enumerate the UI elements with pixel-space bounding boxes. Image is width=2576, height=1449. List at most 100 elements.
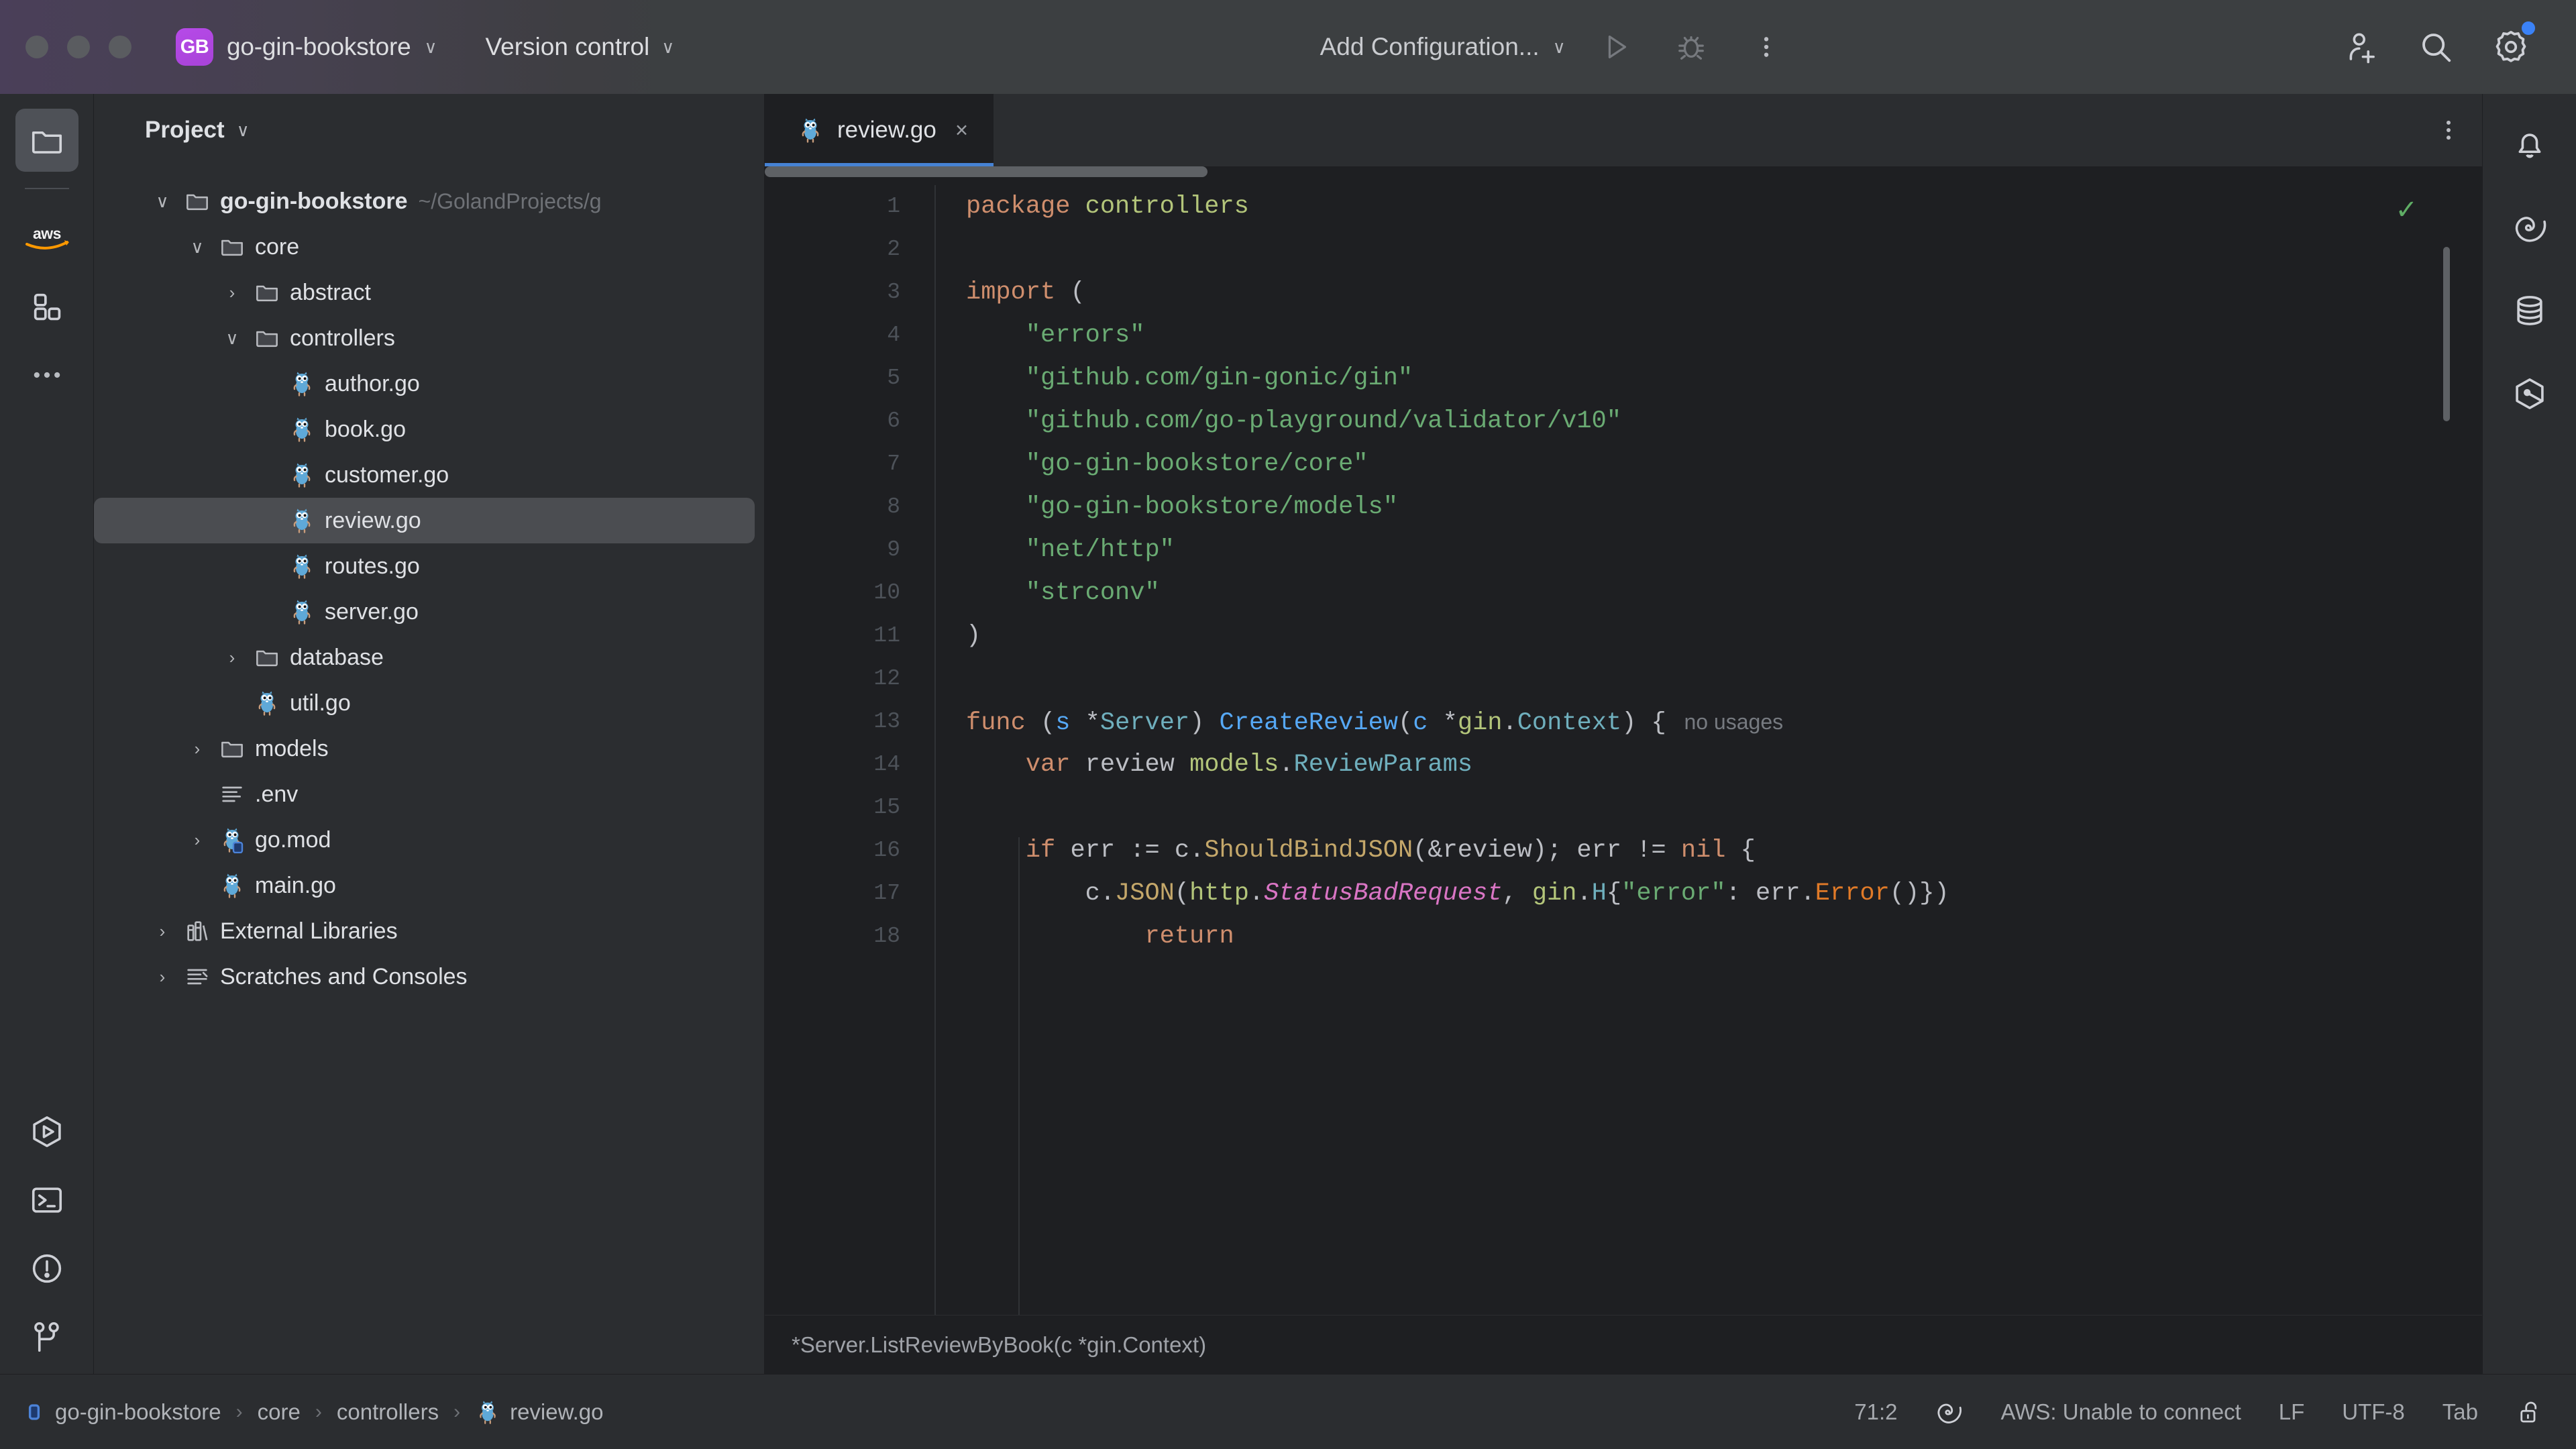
sidebar-item-structure[interactable] — [15, 275, 78, 338]
code-token: "errors" — [966, 321, 1144, 350]
debug-icon — [1676, 32, 1707, 62]
code-line — [966, 786, 2482, 829]
more-actions-button[interactable] — [1741, 22, 1791, 72]
sidebar-item-ai-assistant[interactable] — [2498, 196, 2561, 259]
maximize-window-button[interactable] — [109, 36, 131, 58]
tree-node-controllers[interactable]: ∨controllers — [94, 315, 755, 361]
sidebar-item-aws[interactable]: aws — [15, 207, 78, 270]
chevron-down-icon[interactable]: ∨ — [215, 328, 250, 349]
breadcrumb-item[interactable]: review.go — [475, 1399, 603, 1425]
go-file-icon — [254, 690, 280, 716]
close-icon[interactable]: × — [950, 117, 968, 143]
tree-node-icon — [180, 188, 215, 215]
code-token: , — [1502, 879, 1532, 908]
tree-node-customer-go[interactable]: ›customer.go — [94, 452, 755, 498]
sidebar-item-project[interactable] — [15, 109, 78, 172]
tree-node-routes-go[interactable]: ›routes.go — [94, 543, 755, 589]
sidebar-item-terminal[interactable] — [15, 1169, 78, 1232]
spiral-icon — [1935, 1398, 1963, 1426]
tree-node-go-mod[interactable]: ›go.mod — [94, 817, 755, 863]
tree-node-database[interactable]: ›database — [94, 635, 755, 680]
readonly-toggle-button[interactable] — [2516, 1398, 2544, 1426]
tree-node--env[interactable]: ›.env — [94, 771, 755, 817]
minimize-window-button[interactable] — [67, 36, 90, 58]
chevron-right-icon[interactable]: › — [145, 967, 180, 987]
tab-review-go[interactable]: review.go × — [765, 94, 994, 166]
tree-node-abstract[interactable]: ›abstract — [94, 270, 755, 315]
chevron-right-icon[interactable]: › — [180, 739, 215, 759]
breadcrumb-item[interactable]: core — [258, 1399, 301, 1425]
signature-hint-text: *Server.ListReviewByBook(c *gin.Context) — [792, 1332, 1206, 1358]
ai-assistant-status-button[interactable] — [1935, 1398, 1963, 1426]
chevron-down-icon[interactable]: ∨ — [180, 237, 215, 258]
close-window-button[interactable] — [25, 36, 48, 58]
tree-node-util-go[interactable]: ›util.go — [94, 680, 755, 726]
aws-connection-status[interactable]: AWS: Unable to connect — [2000, 1399, 2241, 1425]
chevron-down-icon[interactable]: ∨ — [145, 191, 180, 212]
tree-node-scratches-and-consoles[interactable]: ›Scratches and Consoles — [94, 954, 755, 1000]
editor-options-button[interactable] — [2415, 94, 2482, 166]
breadcrumb[interactable]: go-gin-bookstore›core›controllers›review… — [0, 1399, 604, 1425]
terminal-icon — [29, 1182, 65, 1218]
code-token: s — [1055, 709, 1085, 737]
sidebar-item-notifications[interactable] — [2498, 113, 2561, 176]
tree-node-review-go[interactable]: ›review.go — [94, 498, 755, 543]
line-separator-widget[interactable]: LF — [2279, 1399, 2305, 1425]
run-button[interactable] — [1591, 22, 1641, 72]
tree-node-main-go[interactable]: ›main.go — [94, 863, 755, 908]
unlocked-icon — [2516, 1398, 2544, 1426]
tree-node-external-libraries[interactable]: ›External Libraries — [94, 908, 755, 954]
folder-icon — [219, 735, 246, 762]
debug-button[interactable] — [1666, 22, 1716, 72]
tree-node-server-go[interactable]: ›server.go — [94, 589, 755, 635]
breadcrumb-label: go-gin-bookstore — [55, 1399, 221, 1425]
git-branch-icon — [29, 1319, 65, 1355]
sidebar-item-plugins[interactable] — [2498, 362, 2561, 425]
chevron-right-icon[interactable]: › — [215, 647, 250, 668]
breadcrumb-item[interactable]: go-gin-bookstore — [23, 1399, 221, 1425]
version-control-widget[interactable]: Version control ∨ — [486, 33, 675, 61]
sidebar-item-git[interactable] — [15, 1305, 78, 1368]
window-traffic-lights[interactable] — [0, 36, 131, 58]
vertical-scrollbar[interactable] — [2443, 247, 2450, 421]
code-token: { — [1607, 879, 1621, 908]
project-panel-header[interactable]: Project ∨ — [94, 94, 764, 166]
encoding-widget[interactable]: UTF-8 — [2342, 1399, 2405, 1425]
code-content[interactable]: package controllers import ( "errors" "g… — [966, 185, 2482, 958]
code-editor[interactable]: 123456789101112131415161718 package cont… — [765, 166, 2482, 1315]
tree-node-icon — [215, 781, 250, 808]
tree-node-author-go[interactable]: ›author.go — [94, 361, 755, 407]
titlebar-right-group — [2336, 22, 2576, 72]
sidebar-item-more-tools[interactable] — [15, 343, 78, 407]
tree-node-icon — [284, 507, 319, 534]
run-configuration-selector[interactable]: Add Configuration... ∨ — [1320, 33, 1566, 61]
settings-button[interactable] — [2486, 22, 2536, 72]
add-user-button[interactable] — [2336, 22, 2385, 72]
folder-icon — [219, 233, 246, 260]
chevron-right-icon[interactable]: › — [215, 282, 250, 303]
chevron-right-icon[interactable]: › — [180, 830, 215, 851]
tree-node-core[interactable]: ∨core — [94, 224, 755, 270]
tree-node-go-gin-bookstore[interactable]: ∨go-gin-bookstore~/GolandProjects/g — [94, 178, 755, 224]
project-selector[interactable]: GB go-gin-bookstore ∨ — [172, 0, 441, 94]
status-bar: go-gin-bookstore›core›controllers›review… — [0, 1374, 2576, 1449]
sidebar-item-problems[interactable] — [15, 1237, 78, 1300]
caret-position[interactable]: 71:2 — [1854, 1399, 1897, 1425]
folder-icon — [29, 122, 65, 158]
sidebar-item-database[interactable] — [2498, 279, 2561, 342]
tree-node-models[interactable]: ›models — [94, 726, 755, 771]
project-tree[interactable]: ∨go-gin-bookstore~/GolandProjects/g∨core… — [94, 166, 764, 1000]
tree-node-book-go[interactable]: ›book.go — [94, 407, 755, 452]
indent-widget[interactable]: Tab — [2443, 1399, 2478, 1425]
breadcrumb-item[interactable]: controllers — [337, 1399, 439, 1425]
library-icon — [184, 918, 211, 945]
code-token: H — [1592, 879, 1607, 908]
tree-node-label: go-gin-bookstore — [215, 189, 408, 215]
line-number: 15 — [765, 786, 916, 829]
search-everywhere-button[interactable] — [2411, 22, 2461, 72]
code-token: ( — [1175, 879, 1189, 908]
inspection-status-icon[interactable]: ✓ — [2395, 195, 2418, 225]
horizontal-scrollbar[interactable] — [765, 166, 1208, 177]
sidebar-item-run[interactable] — [15, 1100, 78, 1163]
chevron-right-icon[interactable]: › — [145, 921, 180, 942]
